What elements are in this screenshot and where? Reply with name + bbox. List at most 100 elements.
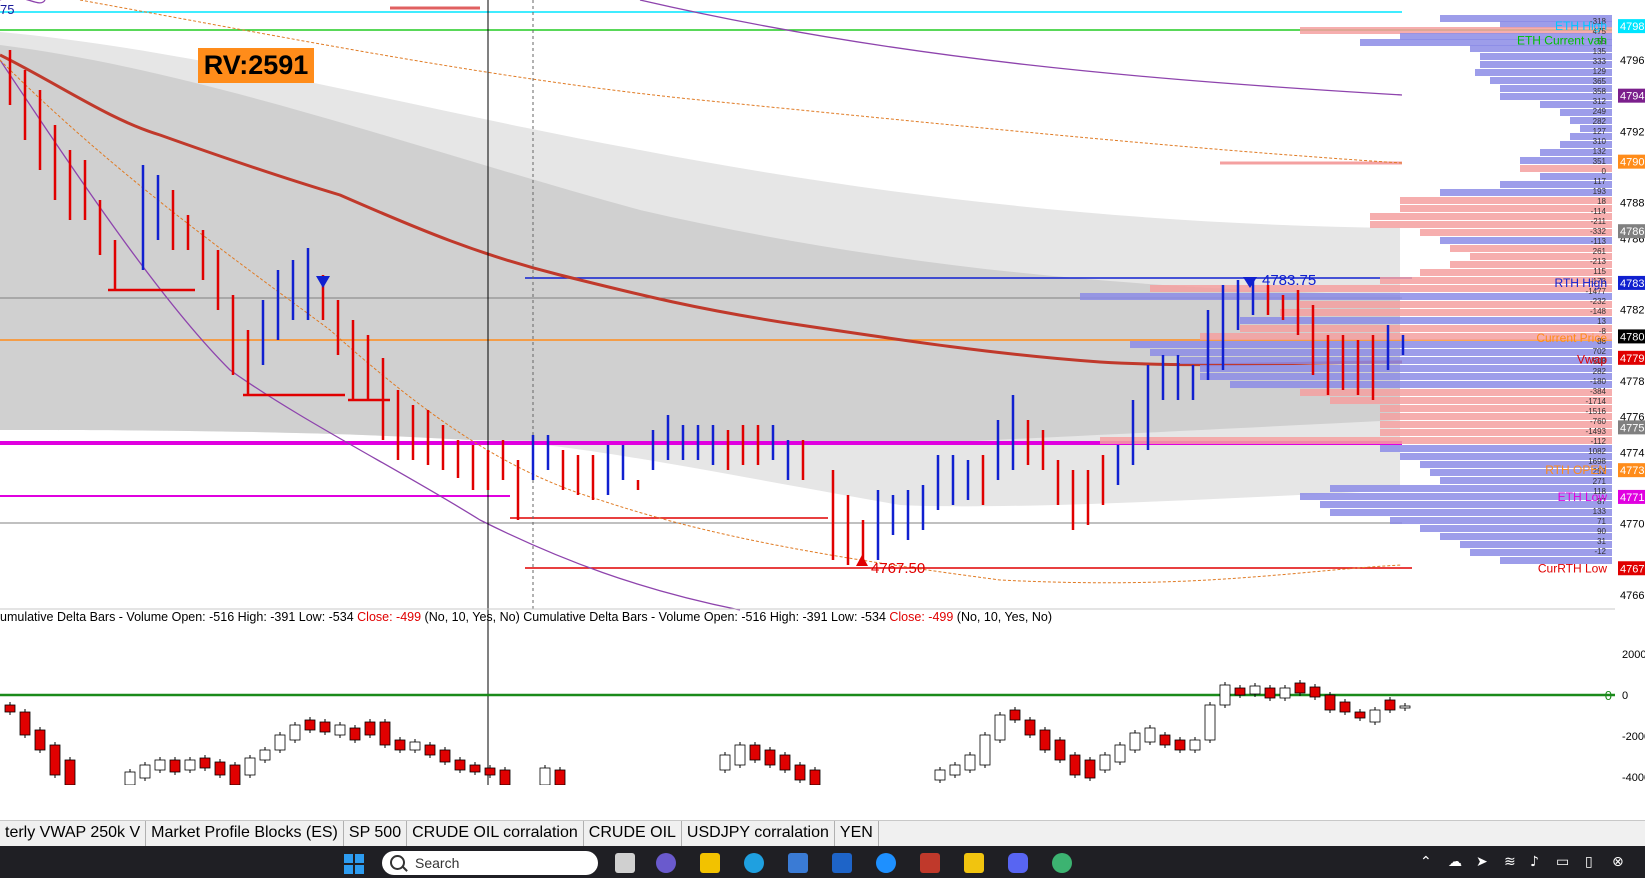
price-tag-label: 4783 <box>1620 278 1644 290</box>
delta-candle-body <box>1339 701 1351 713</box>
mail-icon[interactable] <box>920 853 940 873</box>
level-label: ETH Low <box>1558 490 1608 504</box>
chat-icon[interactable] <box>656 853 676 873</box>
edge-icon[interactable] <box>744 853 764 873</box>
network-icon[interactable]: ☁ <box>1448 854 1462 870</box>
delta-candle-body <box>979 734 991 766</box>
clipboard-icon[interactable]: ▯ <box>1585 854 1593 870</box>
volume-profile-bar <box>1280 309 1612 316</box>
volume-profile-bar <box>1100 437 1612 444</box>
delta-candle-body <box>259 749 271 761</box>
delta-candle-body <box>779 754 791 771</box>
volume-profile-bar <box>1390 517 1612 524</box>
wifi-icon[interactable]: ≋ <box>1504 854 1516 870</box>
volume-profile-bar <box>1450 261 1612 268</box>
delta-candle-body <box>1144 727 1156 743</box>
volume-profile-bar <box>1400 205 1612 212</box>
tab-yen[interactable]: YEN <box>835 821 879 847</box>
delta-candle-body <box>554 769 566 785</box>
chart-tab-bar: terly VWAP 250k V Market Profile Blocks … <box>0 820 1645 847</box>
delta-candle-body <box>154 759 166 771</box>
discord-icon[interactable] <box>1008 853 1028 873</box>
search-input[interactable]: Search <box>415 855 459 871</box>
tab-quarterly-vwap[interactable]: terly VWAP 250k V <box>0 821 147 847</box>
search-icon <box>390 855 405 870</box>
volume-profile-bar <box>1475 69 1612 76</box>
delta-candle-body <box>184 759 196 771</box>
price-tag-label: 4779 <box>1620 353 1644 365</box>
indicator-close-1: Close: -499 <box>357 610 422 624</box>
search-box[interactable]: Search <box>382 851 598 875</box>
profile-number: 129 <box>1593 67 1607 76</box>
level-label: Current Price <box>1536 331 1607 345</box>
profile-number: -112 <box>1591 437 1607 446</box>
tab-crude-oil[interactable]: CRUDE OIL <box>584 821 682 847</box>
delta-candle-body <box>289 724 301 741</box>
tab-sp-500[interactable]: SP 500 <box>344 821 408 847</box>
delta-candle-body <box>949 764 961 776</box>
profile-number: 18 <box>1597 197 1606 206</box>
delta-candle-body <box>454 759 466 771</box>
delta-candle-body <box>1234 687 1246 696</box>
file-explorer-icon[interactable] <box>700 853 720 873</box>
profile-number: 71 <box>1597 517 1606 526</box>
store-icon[interactable] <box>788 853 808 873</box>
notification-icon[interactable]: ▭ <box>1556 854 1569 870</box>
tab-usdjpy-corralation[interactable]: USDJPY corralation <box>682 821 835 847</box>
volume-profile-bar <box>1240 317 1612 324</box>
profile-number: -180 <box>1590 377 1607 386</box>
volume-profile-bar <box>1470 549 1612 556</box>
close-circle-icon[interactable]: ⊗ <box>1612 854 1624 870</box>
delta-candle-body <box>364 721 376 736</box>
profile-number: 282 <box>1593 367 1607 376</box>
profile-number: 261 <box>1593 247 1607 256</box>
send-icon[interactable]: ➤ <box>1476 854 1488 870</box>
tab-market-profile-blocks[interactable]: Market Profile Blocks (ES) <box>146 821 344 847</box>
task-view-icon[interactable] <box>615 853 635 873</box>
delta-candle-body <box>1174 739 1186 751</box>
delta-candle-body <box>304 719 316 731</box>
volume-profile-bar <box>1370 221 1612 228</box>
windows-start-icon[interactable] <box>344 854 364 874</box>
delta-candle-body <box>424 744 436 756</box>
profile-number: -1714 <box>1586 397 1607 406</box>
price-axis-tick: 4774 <box>1620 447 1644 459</box>
delta-candle-body <box>1054 739 1066 761</box>
volume-profile-bar <box>1380 405 1612 412</box>
delta-candle-body <box>34 729 46 751</box>
price-axis-tick: 4778 <box>1620 376 1644 388</box>
delta-candle-body <box>439 749 451 763</box>
price-axis-tick: 4782 <box>1620 305 1644 317</box>
delta-candle-body <box>139 764 151 779</box>
help-icon[interactable] <box>876 853 896 873</box>
profile-number: 127 <box>1593 127 1607 136</box>
chevron-up-icon[interactable]: ⌃ <box>1420 854 1432 870</box>
chart-area[interactable]: -318 475 55 135 333 129 365 358 312 249 282 127 310 1… <box>0 0 1645 785</box>
indicator-label: umulative Delta Bars - Volume Open: -516… <box>0 610 1052 624</box>
volume-profile-bar <box>1400 453 1612 460</box>
volume-icon[interactable]: ♪ <box>1530 854 1539 870</box>
price-tag-label: 4771 <box>1620 492 1644 504</box>
delta-candle-body <box>1369 709 1381 723</box>
profile-number: -1516 <box>1586 407 1607 416</box>
delta-candle-body <box>1219 684 1231 706</box>
volume-profile-bar <box>1200 365 1612 372</box>
profile-number: 333 <box>1593 57 1607 66</box>
profile-number: 271 <box>1593 477 1607 486</box>
volume-profile-bar <box>1230 381 1612 388</box>
delta-candle-body <box>214 761 226 776</box>
indicator-params-1: (No, 10, Yes, No) <box>421 610 524 624</box>
profile-number: 90 <box>1597 527 1606 536</box>
tab-crude-oil-corralation[interactable]: CRUDE OIL corralation <box>407 821 584 847</box>
notes-icon[interactable] <box>964 853 984 873</box>
delta-candle-body <box>274 734 286 751</box>
delta-candle-body <box>994 714 1006 741</box>
globe-icon[interactable] <box>1052 853 1072 873</box>
price-tag-label: 4767 <box>1620 563 1644 575</box>
app-icon[interactable] <box>832 853 852 873</box>
delta-candle-body <box>1069 754 1081 776</box>
delta-candle-body <box>1024 719 1036 736</box>
price-chart[interactable]: -318475551353331293653583122492821273101… <box>0 0 1645 785</box>
profile-number: 135 <box>1593 47 1607 56</box>
indicator-label-2: Cumulative Delta Bars - Volume Open: -51… <box>523 610 890 624</box>
